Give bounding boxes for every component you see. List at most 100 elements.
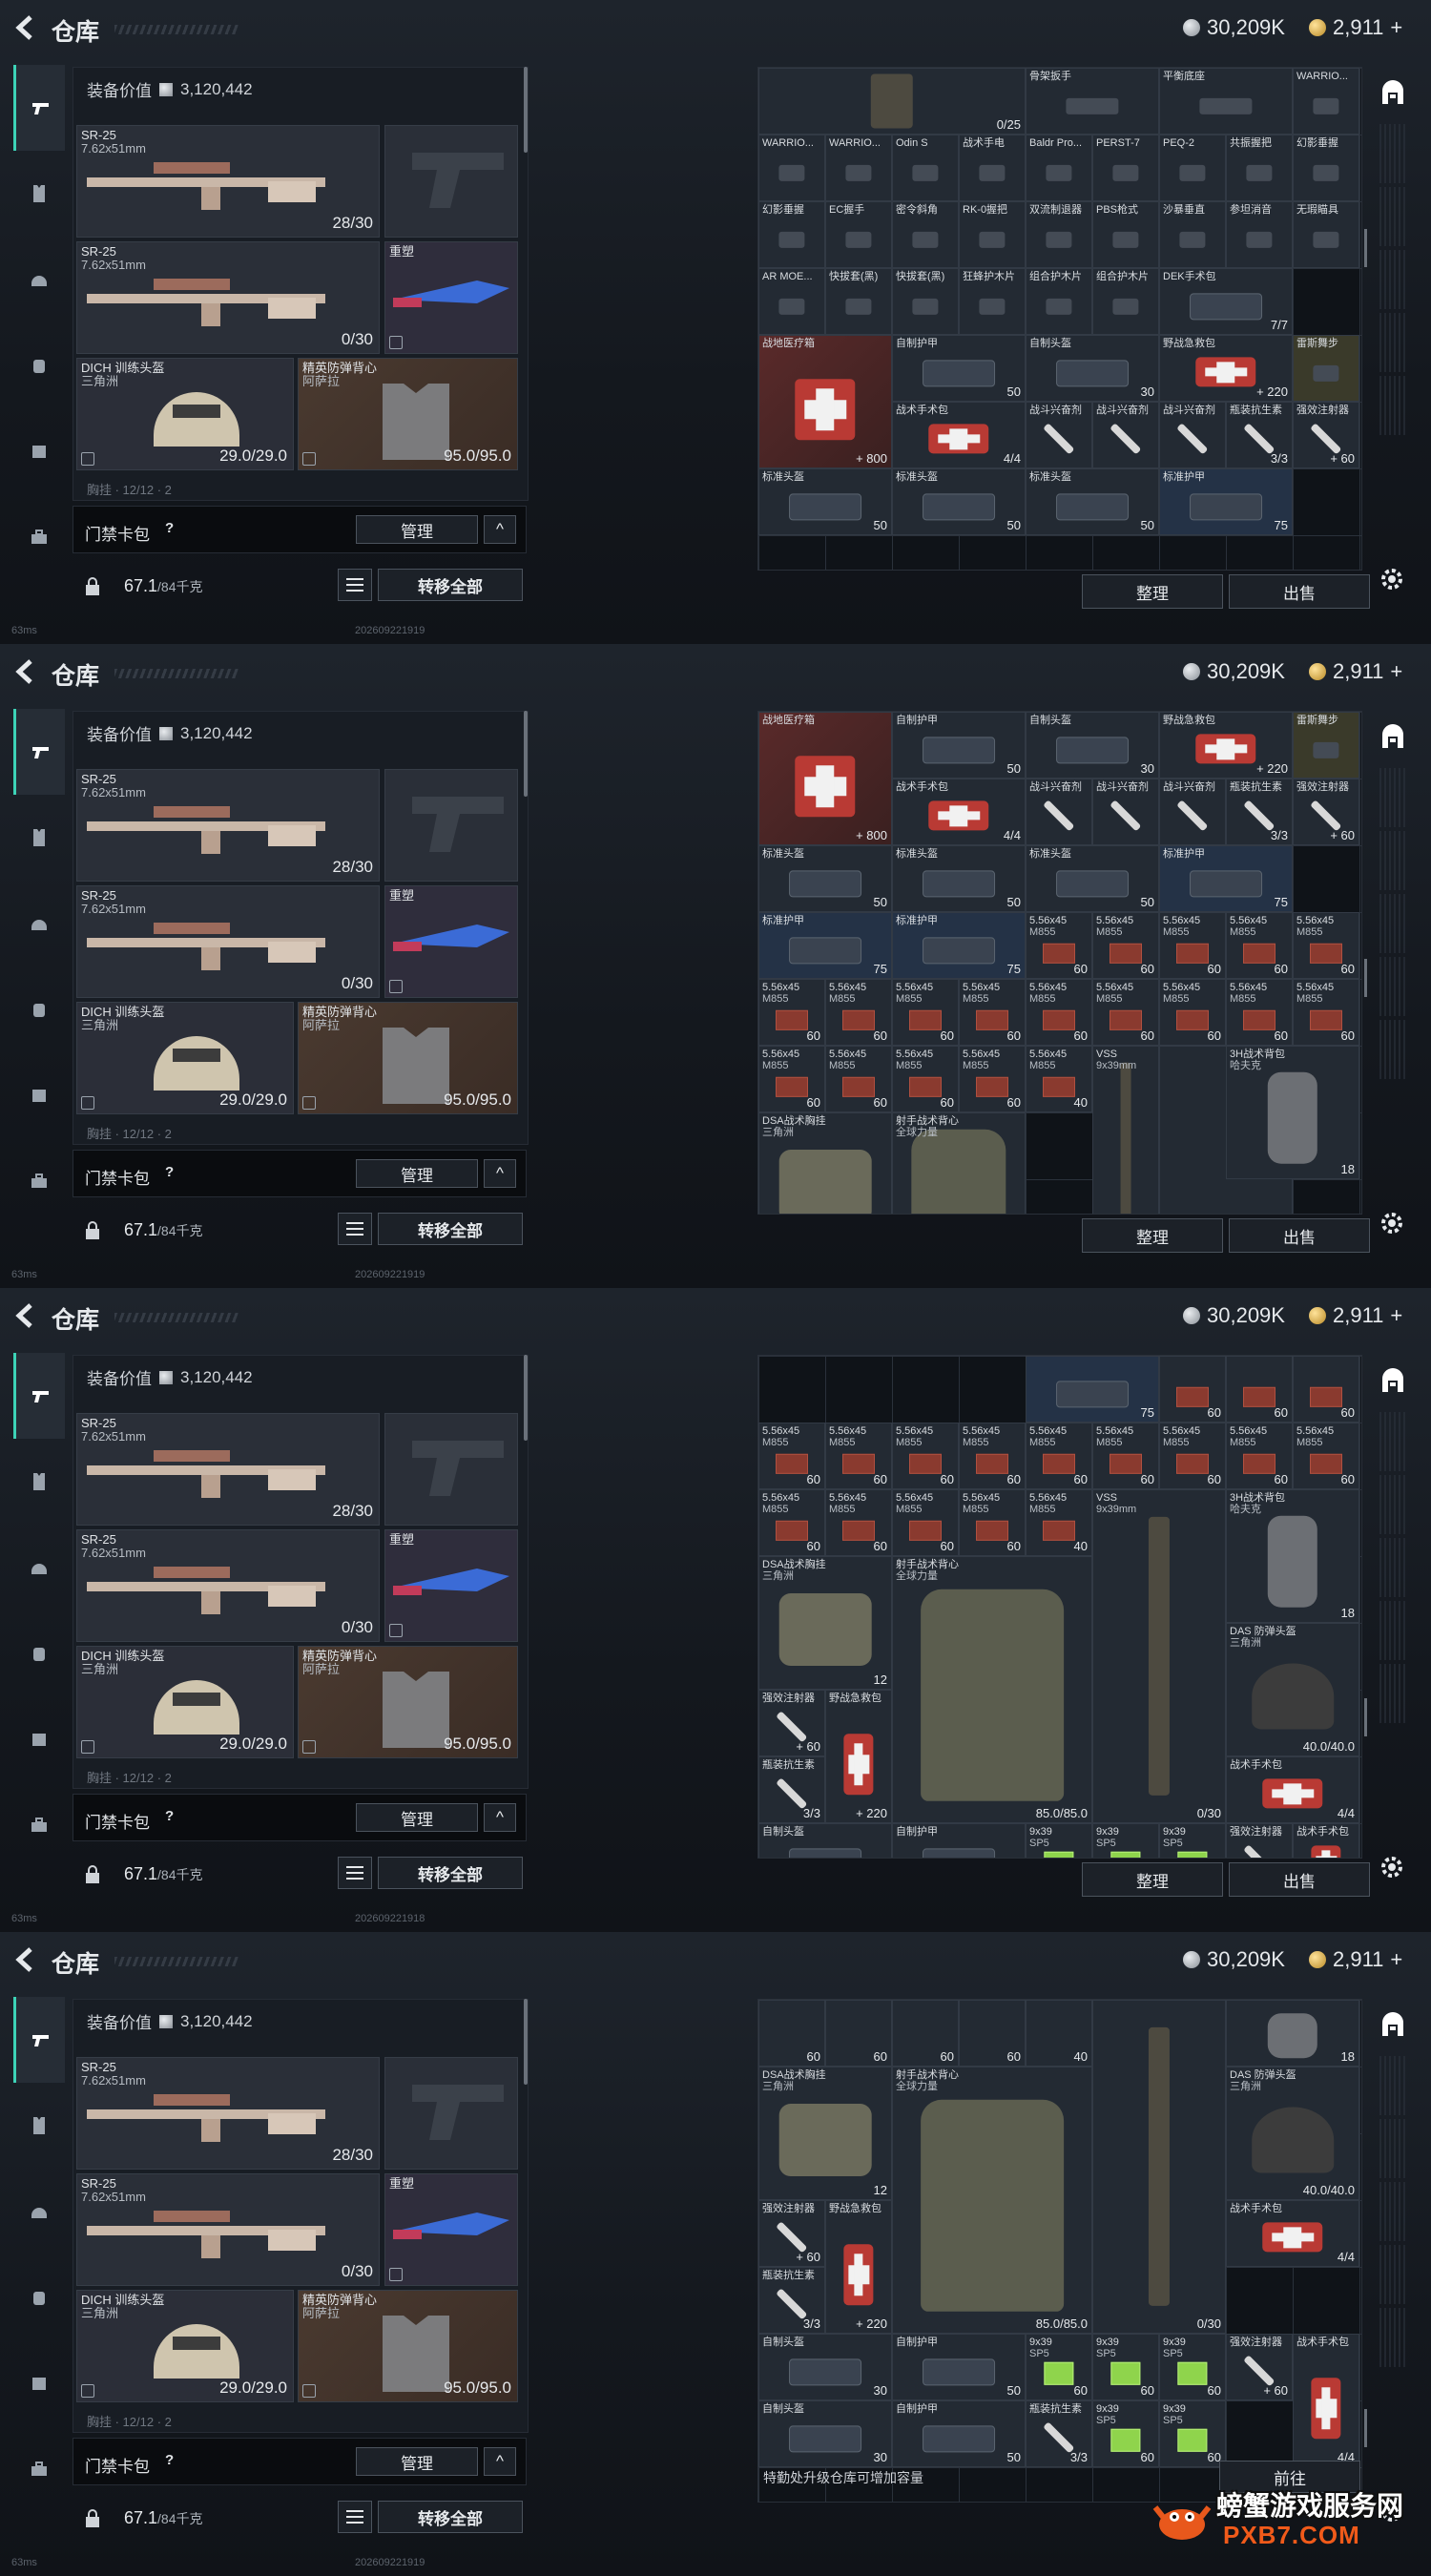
- inventory-item[interactable]: 0/30: [1092, 2000, 1226, 2334]
- inventory-item[interactable]: 5.56x45 M855 60: [1293, 1423, 1359, 1489]
- sort-button[interactable]: 整理: [1082, 1218, 1223, 1253]
- inventory-item[interactable]: 快拔套(黑): [892, 268, 959, 335]
- inventory-item[interactable]: 5.56x45 M855 60: [758, 1423, 825, 1489]
- nav-armor[interactable]: [13, 151, 65, 237]
- settings-icon[interactable]: [1378, 1209, 1406, 1237]
- primary-weapon-slot-1[interactable]: SR-25 7.62x51mm 28/30: [76, 2057, 380, 2170]
- sell-button[interactable]: 出售: [1229, 1862, 1370, 1897]
- inventory-item[interactable]: 战斗兴奋剂: [1026, 779, 1092, 845]
- inventory-item[interactable]: 3H战术背包 哈夫克 18: [1226, 1046, 1359, 1179]
- inventory-item[interactable]: 60: [825, 2000, 892, 2067]
- inventory-item[interactable]: VSS 9x39mm: [1092, 1046, 1159, 1214]
- settings-icon[interactable]: [1378, 1853, 1406, 1881]
- helmet-slot[interactable]: DICH 训练头盔 三角洲 29.0/29.0: [76, 1002, 294, 1114]
- inventory-item[interactable]: 60: [1226, 1356, 1293, 1423]
- silver-currency[interactable]: 30,209K: [1183, 15, 1285, 40]
- inventory-item[interactable]: 标准头盔 50: [1026, 845, 1159, 912]
- primary-weapon-slot-1[interactable]: SR-25 7.62x51mm 28/30: [76, 769, 380, 882]
- inventory-item[interactable]: 60: [1293, 1356, 1359, 1423]
- inventory-item[interactable]: 5.56x45 M855 60: [1026, 979, 1092, 1046]
- inventory-item[interactable]: 9x39SP560: [1092, 2400, 1159, 2467]
- inventory-item[interactable]: 组合护木片: [1092, 268, 1159, 335]
- inventory-item[interactable]: 标准头盔 50: [758, 845, 892, 912]
- help-icon[interactable]: ?: [165, 1808, 174, 1824]
- inventory-item[interactable]: 9x39SP560: [1159, 1823, 1226, 1858]
- manage-button[interactable]: 管理: [356, 1803, 478, 1832]
- inventory-item[interactable]: Odin S: [892, 135, 959, 201]
- sidearm-slot[interactable]: [384, 125, 518, 238]
- inventory-item[interactable]: 战斗兴奋剂: [1092, 402, 1159, 468]
- collapse-button[interactable]: ^: [484, 1803, 516, 1832]
- nav-toolbox[interactable]: [13, 494, 65, 580]
- loadout-scrollbar[interactable]: [524, 67, 528, 153]
- settings-icon[interactable]: [1378, 565, 1406, 593]
- back-icon[interactable]: [13, 657, 38, 686]
- nav-toolbox[interactable]: [13, 1782, 65, 1868]
- safe-tab[interactable]: [1374, 711, 1412, 764]
- inventory-item[interactable]: 强效注射器 + 60: [758, 2200, 825, 2267]
- nav-helmet[interactable]: [13, 1525, 65, 1610]
- nav-helmet[interactable]: [13, 237, 65, 322]
- nav-armor[interactable]: [13, 2083, 65, 2169]
- nav-weapons[interactable]: [13, 709, 65, 795]
- inventory-item[interactable]: 野战急救包 + 220: [1159, 335, 1293, 402]
- inventory-item[interactable]: 18: [1226, 2000, 1359, 2067]
- nav-toolbox[interactable]: [13, 2426, 65, 2512]
- inventory-item[interactable]: 5.56x45 M855 60: [1026, 912, 1092, 979]
- inventory-item[interactable]: 5.56x45 M855 60: [892, 1046, 959, 1112]
- nav-backpack[interactable]: [13, 2254, 65, 2340]
- inventory-item[interactable]: 5.56x45 M855 60: [892, 1423, 959, 1489]
- inventory-item[interactable]: 瓶装抗生素 3/3: [758, 2267, 825, 2334]
- inventory-item[interactable]: 自制护甲 50: [892, 712, 1026, 779]
- inventory-item[interactable]: 标准护甲 75: [1159, 845, 1293, 912]
- primary-weapon-slot-2[interactable]: SR-25 7.62x51mm 0/30: [76, 241, 380, 354]
- transfer-all-button[interactable]: 转移全部: [378, 1213, 523, 1245]
- inventory-item[interactable]: WARRIO...: [825, 135, 892, 201]
- inventory-item[interactable]: 40: [1026, 2000, 1092, 2067]
- grid-scrollbar[interactable]: [1364, 1698, 1367, 1736]
- inventory-item[interactable]: 野战急救包 + 220: [1159, 712, 1293, 779]
- inventory-item[interactable]: WARRIO...: [1293, 68, 1359, 135]
- grid-scrollbar[interactable]: [1364, 959, 1367, 997]
- manage-button[interactable]: 管理: [356, 515, 478, 544]
- gold-currency[interactable]: 2,911 +: [1309, 1303, 1402, 1328]
- inventory-item[interactable]: 野战急救包 + 220: [825, 1690, 892, 1823]
- inventory-item[interactable]: 5.56x45 M855 60: [892, 1489, 959, 1556]
- inventory-item[interactable]: WARRIO...: [758, 135, 825, 201]
- inventory-item[interactable]: 战术手术包: [1293, 1823, 1359, 1858]
- list-icon[interactable]: [338, 2501, 372, 2533]
- collapse-button[interactable]: ^: [484, 2447, 516, 2476]
- melee-slot[interactable]: 重塑: [384, 241, 518, 354]
- nav-chest-rig[interactable]: [13, 1696, 65, 1782]
- manage-button[interactable]: 管理: [356, 2447, 478, 2476]
- inventory-item[interactable]: 骨架扳手: [1026, 68, 1159, 135]
- inventory-item[interactable]: Baldr Pro...: [1026, 135, 1092, 201]
- nav-helmet[interactable]: [13, 881, 65, 966]
- melee-slot[interactable]: 重塑: [384, 885, 518, 998]
- inventory-item[interactable]: PEQ-2: [1159, 135, 1226, 201]
- inventory-item[interactable]: 标准护甲 75: [758, 912, 892, 979]
- helmet-slot[interactable]: DICH 训练头盔 三角洲 29.0/29.0: [76, 1646, 294, 1758]
- armor-slot[interactable]: 精英防弹背心 阿萨拉 95.0/95.0: [298, 358, 518, 470]
- inventory-item[interactable]: RK-0握把: [959, 201, 1026, 268]
- inventory-item[interactable]: 3H战术背包 哈夫克 18: [1226, 1489, 1359, 1623]
- inventory-item[interactable]: 5.56x45 M855 60: [1226, 912, 1293, 979]
- nav-chest-rig[interactable]: [13, 2340, 65, 2426]
- nav-chest-rig[interactable]: [13, 408, 65, 494]
- inventory-item[interactable]: 自制头盔 30: [758, 2400, 892, 2467]
- manage-button[interactable]: 管理: [356, 1159, 478, 1188]
- inventory-item[interactable]: DSA战术胸挂 三角洲 12: [758, 2067, 892, 2200]
- primary-weapon-slot-1[interactable]: SR-25 7.62x51mm 28/30: [76, 125, 380, 238]
- inventory-item[interactable]: DSA战术胸挂 三角洲 12: [758, 1556, 892, 1690]
- nav-armor[interactable]: [13, 795, 65, 881]
- inventory-item[interactable]: 沙暴垂直: [1159, 201, 1226, 268]
- inventory-item[interactable]: 自制护甲 50: [892, 2334, 1026, 2400]
- inventory-item[interactable]: 标准护甲 75: [1159, 468, 1293, 535]
- inventory-item[interactable]: 9x39SP560: [1092, 2334, 1159, 2400]
- inventory-item[interactable]: 5.56x45 M855 60: [758, 1489, 825, 1556]
- storage-grid[interactable]: 60 60 60 60 40 0/30 18 DSA战术胸挂 三角洲 12 射手战术背心 全球力量 85…: [757, 1999, 1362, 2503]
- back-icon[interactable]: [13, 1945, 38, 1974]
- inventory-item[interactable]: 战术手术包 4/4: [1293, 2334, 1359, 2467]
- loadout-scrollbar[interactable]: [524, 1355, 528, 1441]
- inventory-item[interactable]: 战地医疗箱 + 800: [758, 712, 892, 845]
